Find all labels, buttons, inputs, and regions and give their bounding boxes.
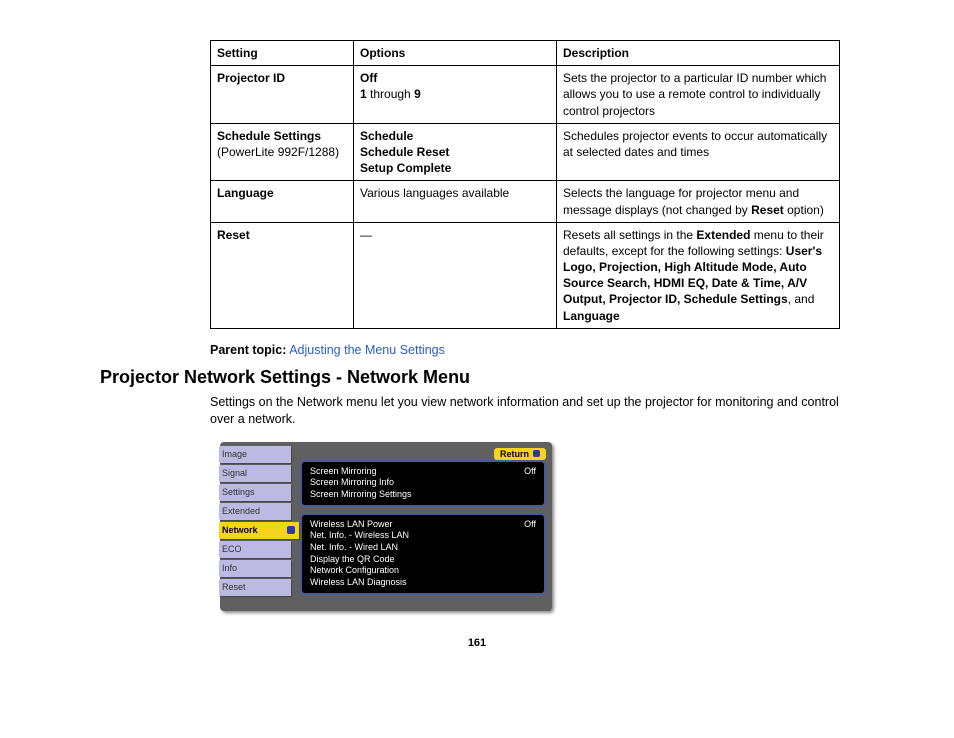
enter-icon: [533, 450, 540, 457]
cell-setting: Reset: [217, 228, 250, 242]
section-intro: Settings on the Network menu let you vie…: [210, 394, 850, 428]
cell-setting: Projector ID: [217, 71, 285, 85]
parent-topic-link[interactable]: Adjusting the Menu Settings: [289, 343, 445, 357]
page-number: 161: [60, 637, 894, 649]
col-header-description: Description: [557, 41, 840, 66]
col-header-options: Options: [354, 41, 557, 66]
osd-block-network: Wireless LAN PowerOff Net. Info. - Wirel…: [300, 513, 546, 595]
cell-setting: Language: [217, 186, 274, 200]
cell-description: Sets the projector to a particular ID nu…: [557, 66, 840, 124]
cell-description: Resets all settings in the Extended menu…: [557, 222, 840, 328]
cell-setting: Schedule Settings: [217, 129, 321, 143]
osd-tab-info: Info: [219, 560, 291, 577]
osd-block-mirroring: Screen MirroringOff Screen Mirroring Inf…: [300, 460, 546, 507]
osd-tab-network: Network: [219, 522, 299, 539]
settings-table: Setting Options Description Projector ID…: [210, 40, 840, 329]
cell-description: Selects the language for projector menu …: [557, 181, 840, 222]
parent-topic: Parent topic: Adjusting the Menu Setting…: [210, 343, 894, 357]
table-row: Schedule Settings (PowerLite 992F/1288) …: [211, 123, 840, 181]
osd-return-button: Return: [494, 448, 546, 460]
osd-tab-reset: Reset: [219, 579, 291, 596]
table-row: Reset — Resets all settings in the Exten…: [211, 222, 840, 328]
option-off: Off: [360, 71, 377, 85]
select-icon: [287, 526, 295, 534]
osd-sidebar: Image Signal Settings Extended Network E…: [219, 446, 291, 596]
osd-tab-eco: ECO: [219, 541, 291, 558]
osd-tab-extended: Extended: [219, 503, 291, 520]
cell-description: Schedules projector events to occur auto…: [557, 123, 840, 181]
osd-tab-settings: Settings: [219, 484, 291, 501]
osd-screenshot: Image Signal Settings Extended Network E…: [220, 442, 552, 611]
table-row: Language Various languages available Sel…: [211, 181, 840, 222]
osd-tab-image: Image: [219, 446, 291, 463]
col-header-setting: Setting: [211, 41, 354, 66]
osd-tab-signal: Signal: [219, 465, 291, 482]
table-row: Projector ID Off 1 through 9 Sets the pr…: [211, 66, 840, 124]
section-heading: Projector Network Settings - Network Men…: [100, 367, 894, 388]
